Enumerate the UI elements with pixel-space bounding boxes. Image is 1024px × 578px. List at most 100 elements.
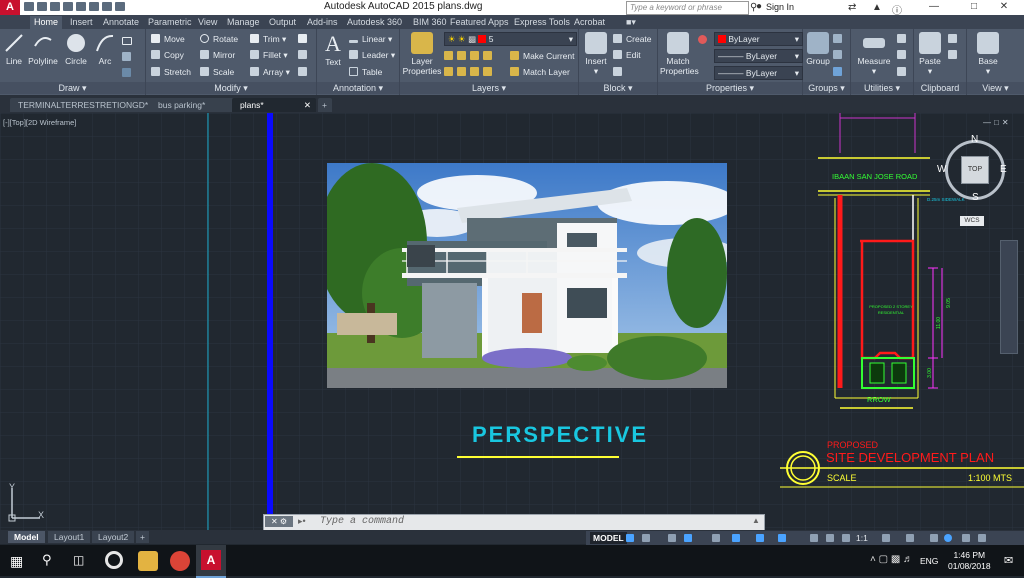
isodraft-icon[interactable] [712,534,720,542]
layers-panel-title[interactable]: Layers ▾ [400,82,578,94]
color-dropdown[interactable]: ByLayer ▾ [714,32,803,46]
snap-icon[interactable] [642,534,650,542]
layer-properties-button[interactable]: Layer Properties [402,32,442,76]
model-space-button[interactable]: MODEL [590,532,627,544]
draw-panel-title[interactable]: Draw ▾ [0,82,145,94]
utilities-panel-title[interactable]: Utilities ▾ [851,82,913,94]
paste-button[interactable]: Paste ▾ [917,32,943,77]
hardware-acceleration-icon[interactable] [944,534,952,542]
linetype-dropdown[interactable]: ——— ByLayer ▾ [714,49,803,63]
calculator-icon[interactable] [897,66,910,78]
saveas-icon[interactable] [63,2,73,11]
undo-icon[interactable] [89,2,99,11]
annotation-visibility-icon[interactable] [810,534,818,542]
search-icon[interactable]: ⚲ [42,552,52,568]
mirror-button[interactable]: Mirror [200,49,235,61]
tab-model[interactable]: Model [8,531,45,543]
lineweight-icon[interactable] [756,534,764,542]
group-select-icon[interactable] [833,66,846,78]
scale-button[interactable]: Scale [200,66,234,78]
tab-autodesk360[interactable]: Autodesk 360 [343,16,406,29]
edit-block-button[interactable]: Edit [613,49,641,61]
command-history-icon[interactable]: ▲ [752,516,760,525]
share-icon[interactable] [115,2,125,11]
tab-insert[interactable]: Insert [66,16,97,29]
command-input[interactable]: Type a command [320,516,404,527]
sign-in-button[interactable]: Sign In [766,2,794,12]
annotation-scale-icon[interactable] [826,534,834,542]
array-button[interactable]: Array ▾ [250,66,290,78]
match-properties-button[interactable]: Match Properties [660,32,699,76]
layer-tools-row1[interactable] [444,50,496,62]
rectangle-icon[interactable] [122,35,136,47]
clean-screen-icon[interactable] [962,534,970,542]
customization-icon[interactable] [978,534,986,542]
tab-manage[interactable]: Manage [223,16,264,29]
compass-west[interactable]: W [937,164,946,175]
file-tab-plans[interactable]: plans* ✕ [232,98,316,112]
measure-button[interactable]: Measure ▾ [855,32,893,77]
language-indicator[interactable]: ENG [920,556,938,566]
copy-clip-icon[interactable] [948,49,961,61]
task-view-icon[interactable]: ◫ [73,553,84,567]
view-panel-title[interactable]: View ▾ [967,82,1024,94]
match-layer-button[interactable]: Match Layer [510,66,570,78]
cut-icon[interactable] [948,33,961,45]
table-button[interactable]: Table [349,66,382,78]
compass-east[interactable]: E [1000,164,1007,175]
make-current-button[interactable]: Make Current [510,50,575,62]
viewcube[interactable]: TOP N S E W [937,134,1007,203]
tab-view[interactable]: View [194,16,221,29]
isolate-icon[interactable] [930,534,938,542]
block-attribute-icon[interactable] [613,66,626,78]
trim-button[interactable]: Trim ▾ [250,33,286,45]
region-icon[interactable] [122,67,135,79]
new-icon[interactable] [24,2,34,11]
tab-featured-apps[interactable]: Featured Apps [446,16,513,29]
minimize-button[interactable]: — [914,0,954,15]
plot-icon[interactable] [76,2,86,11]
lineweight-dropdown[interactable]: ——— ByLayer ▾ [714,66,803,80]
layer-tools-row2[interactable] [444,66,496,78]
tab-express-tools[interactable]: Express Tools [510,16,574,29]
linear-button[interactable]: Linear ▾ [349,33,392,45]
new-tab-button[interactable]: + [318,98,332,112]
wcs-menu[interactable]: WCS [960,216,984,226]
windows-start-icon[interactable]: ▦ [10,553,23,570]
arc-button[interactable]: Arc [94,32,116,66]
group-edit-icon[interactable] [833,49,846,61]
redo-icon[interactable] [102,2,112,11]
save-icon[interactable] [50,2,60,11]
settings-icon[interactable] [882,534,890,542]
offset-icon[interactable] [298,66,311,78]
block-panel-title[interactable]: Block ▾ [579,82,657,94]
text-button[interactable]: A Text [321,31,345,67]
fillet-button[interactable]: Fillet ▾ [250,49,288,61]
tab-home[interactable]: Home [30,16,63,29]
command-close-icon[interactable]: ✕ ⚙ [265,516,293,527]
compass-north[interactable]: N [971,134,978,145]
app-circle-icon[interactable] [105,551,123,569]
tab-addins[interactable]: Add-ins [303,16,342,29]
dynamic-ucs-icon[interactable] [778,534,786,542]
select-all-icon[interactable] [897,49,910,61]
leader-button[interactable]: Leader ▾ [349,49,395,61]
annotation-panel-title[interactable]: Annotation ▾ [317,82,399,94]
notifications-icon[interactable]: ✉ [1004,554,1013,567]
ribbon-options-icon[interactable]: ■▾ [622,16,640,29]
ungroup-icon[interactable] [833,33,846,45]
open-icon[interactable] [37,2,47,11]
clipboard-panel-title[interactable]: Clipboard [914,82,966,94]
a360-icon[interactable]: ▲ [872,2,882,13]
viewport-window-controls[interactable]: —□✕ [983,118,1012,127]
line-button[interactable]: Line [3,32,25,66]
tab-layout1[interactable]: Layout1 [48,531,91,543]
move-button[interactable]: Move [151,33,185,45]
group-button[interactable]: Group [805,32,831,66]
groups-panel-title[interactable]: Groups ▾ [803,82,850,94]
compass-south[interactable]: S [972,192,979,203]
chrome-icon[interactable] [170,551,190,571]
rotate-button[interactable]: Rotate [200,33,238,45]
circle-button[interactable]: Circle [64,32,88,66]
polar-icon[interactable] [684,534,692,542]
